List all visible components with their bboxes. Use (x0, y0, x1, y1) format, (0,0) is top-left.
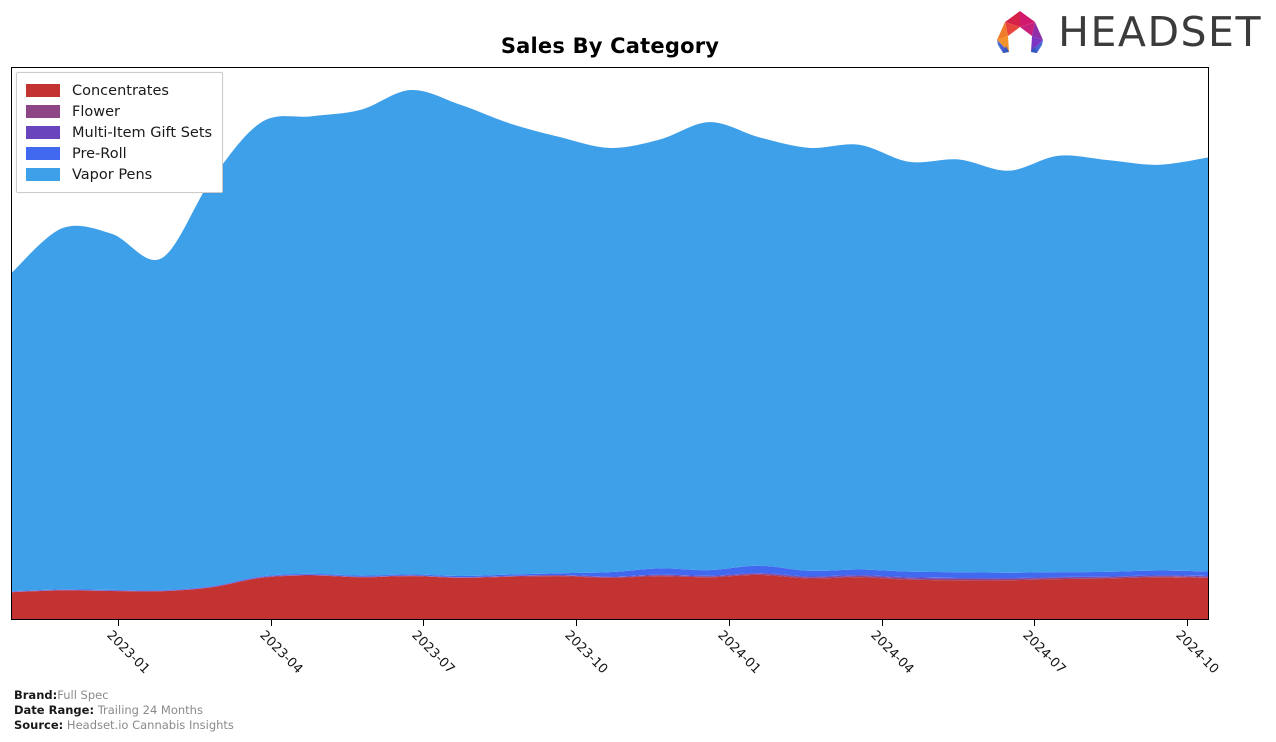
brand-wordmark: HEADSET (1058, 7, 1262, 56)
legend-item-label: Flower (72, 103, 120, 120)
legend-swatch-icon (26, 168, 60, 181)
x-axis-label: 2023-01 (103, 628, 153, 678)
legend-swatch-icon (26, 84, 60, 97)
headset-logo: HEADSET (992, 8, 1262, 56)
legend-item-label: Multi-Item Gift Sets (72, 124, 213, 141)
legend-swatch-icon (26, 126, 60, 139)
chart-legend: Concentrates Flower Multi-Item Gift Sets Pr… (16, 72, 224, 193)
footer-value: Headset.io Cannabis Insights (63, 718, 234, 732)
x-axis-tick (117, 620, 119, 626)
footer-value: Full Spec (57, 688, 109, 702)
headset-arch-logo-icon (997, 11, 1044, 53)
legend-swatch-icon (26, 147, 60, 160)
x-axis-tick (881, 620, 883, 626)
footer-line: Source: Headset.io Cannabis Insights (14, 718, 234, 733)
legend-item[interactable]: Multi-Item Gift Sets (26, 122, 212, 143)
chart-footer: Brand:Full Spec Date Range: Trailing 24 M… (14, 688, 234, 733)
x-axis-label: 2023-04 (256, 628, 306, 678)
x-axis-tick (423, 620, 425, 626)
legend-item-label: Concentrates (72, 82, 169, 99)
x-axis-label: 2024-07 (1019, 628, 1069, 678)
x-axis-label: 2024-10 (1172, 628, 1222, 678)
footer-line: Date Range: Trailing 24 Months (14, 703, 234, 718)
legend-item[interactable]: Flower (26, 101, 212, 122)
x-axis-label: 2024-04 (867, 628, 917, 678)
legend-item[interactable]: Concentrates (26, 80, 212, 101)
chart-page: Sales By Category HEADSET Concentrates Fl… (0, 0, 1276, 742)
x-axis-label: 2023-07 (408, 628, 458, 678)
x-axis-label: 2023-10 (561, 628, 611, 678)
footer-label: Date Range: (14, 703, 95, 717)
x-axis-label: 2024-01 (714, 628, 764, 678)
footer-value: Trailing 24 Months (94, 703, 203, 717)
x-axis-tick (576, 620, 578, 626)
x-axis-tick (728, 620, 730, 626)
x-axis-tick (1187, 620, 1189, 626)
footer-label: Source: (14, 718, 64, 732)
x-axis: 2023-01 2023-04 2023-07 2023-10 2024-01 2024-… (11, 620, 1222, 680)
x-axis-tick (1034, 620, 1036, 626)
legend-swatch-icon (26, 105, 60, 118)
legend-item-label: Vapor Pens (72, 166, 153, 183)
legend-item[interactable]: Pre-Roll (26, 143, 212, 164)
footer-label: Brand: (14, 688, 58, 702)
legend-item[interactable]: Vapor Pens (26, 164, 212, 185)
x-axis-tick (270, 620, 272, 626)
footer-line: Brand:Full Spec (14, 688, 234, 703)
legend-item-label: Pre-Roll (72, 145, 127, 162)
